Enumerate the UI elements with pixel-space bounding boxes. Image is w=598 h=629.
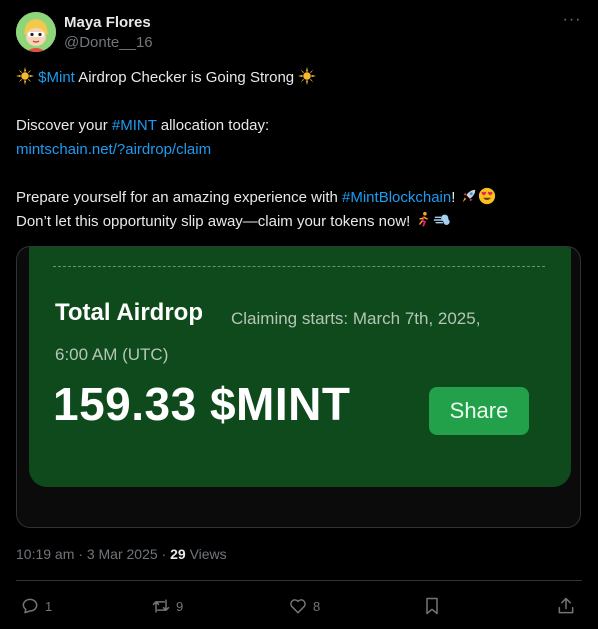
tweet-line5-text: Don’t let this opportunity slip away—cla… — [16, 213, 415, 230]
tweet-line1-text: Airdrop Checker is Going Strong — [74, 69, 299, 86]
hashtag-mintblockchain[interactable]: #MintBlockchain — [342, 189, 451, 206]
tweet-media[interactable]: Total Airdrop Claiming starts: March 7th… — [16, 246, 581, 528]
retweet-icon — [152, 599, 170, 613]
claim-link[interactable]: mintschain.net/?airdrop/claim — [16, 141, 211, 158]
claiming-time-text: 6:00 AM (UTC) — [55, 345, 169, 364]
tweet-line4-pre: Prepare yourself for an amazing experien… — [16, 189, 343, 206]
divider — [16, 580, 582, 581]
tweet-line2-post: allocation today: — [156, 117, 270, 134]
total-airdrop-title: Total Airdrop — [55, 299, 203, 326]
reply-button[interactable]: 1 — [20, 594, 52, 618]
tweet-line2-pre: Discover your — [16, 117, 112, 134]
like-button[interactable]: 8 — [288, 594, 320, 618]
avatar[interactable] — [16, 12, 56, 52]
more-options-icon[interactable]: ··· — [562, 12, 582, 32]
share-button[interactable]: Share — [429, 387, 529, 435]
meta-separator: · — [157, 546, 171, 562]
tweet-line4-post: ! — [451, 189, 460, 206]
airdrop-card: Total Airdrop Claiming starts: March 7th… — [29, 247, 571, 487]
heart-eyes-emoji-icon — [478, 187, 495, 205]
views-count: 29 — [170, 546, 186, 562]
tweet-header: Maya Flores @Donte__16 ··· — [16, 12, 582, 56]
heart-icon — [290, 599, 306, 614]
retweet-count: 9 — [176, 598, 184, 614]
action-bar: 1 9 8 — [16, 594, 582, 618]
tweet-text: $Mint Airdrop Checker is Going Strong Di… — [16, 66, 582, 234]
sun-emoji-icon — [16, 67, 34, 85]
reply-icon — [22, 598, 38, 614]
tweet-meta: 10:19 am · 3 Mar 2025 · 29 Views — [16, 546, 227, 562]
reply-count: 1 — [45, 598, 53, 614]
bookmark-button[interactable] — [422, 594, 442, 618]
dashed-divider — [53, 266, 545, 267]
hashtag-mint[interactable]: #MINT — [112, 117, 157, 134]
claiming-starts-text: Claiming starts: March 7th, 2025, — [231, 309, 481, 328]
cashtag-mint[interactable]: $Mint — [38, 69, 75, 86]
author-handle[interactable]: @Donte__16 — [64, 34, 153, 51]
rocket-emoji-icon — [462, 189, 475, 203]
author-name[interactable]: Maya Flores — [64, 14, 151, 31]
runner-emoji-icon — [418, 211, 428, 227]
tweet-time[interactable]: 10:19 am — [16, 546, 74, 562]
bookmark-icon — [426, 597, 438, 615]
retweet-button[interactable]: 9 — [151, 594, 183, 618]
views-label: Views — [185, 546, 227, 562]
airdrop-amount: 159.33 $MINT — [53, 378, 351, 430]
sun-emoji-icon — [298, 67, 317, 85]
share-tweet-button[interactable] — [556, 594, 576, 618]
share-icon — [558, 597, 574, 614]
tweet-date[interactable]: 3 Mar 2025 — [87, 546, 158, 562]
like-count: 8 — [313, 598, 321, 614]
meta-separator: · — [74, 546, 87, 562]
dash-emoji-icon — [433, 214, 450, 225]
